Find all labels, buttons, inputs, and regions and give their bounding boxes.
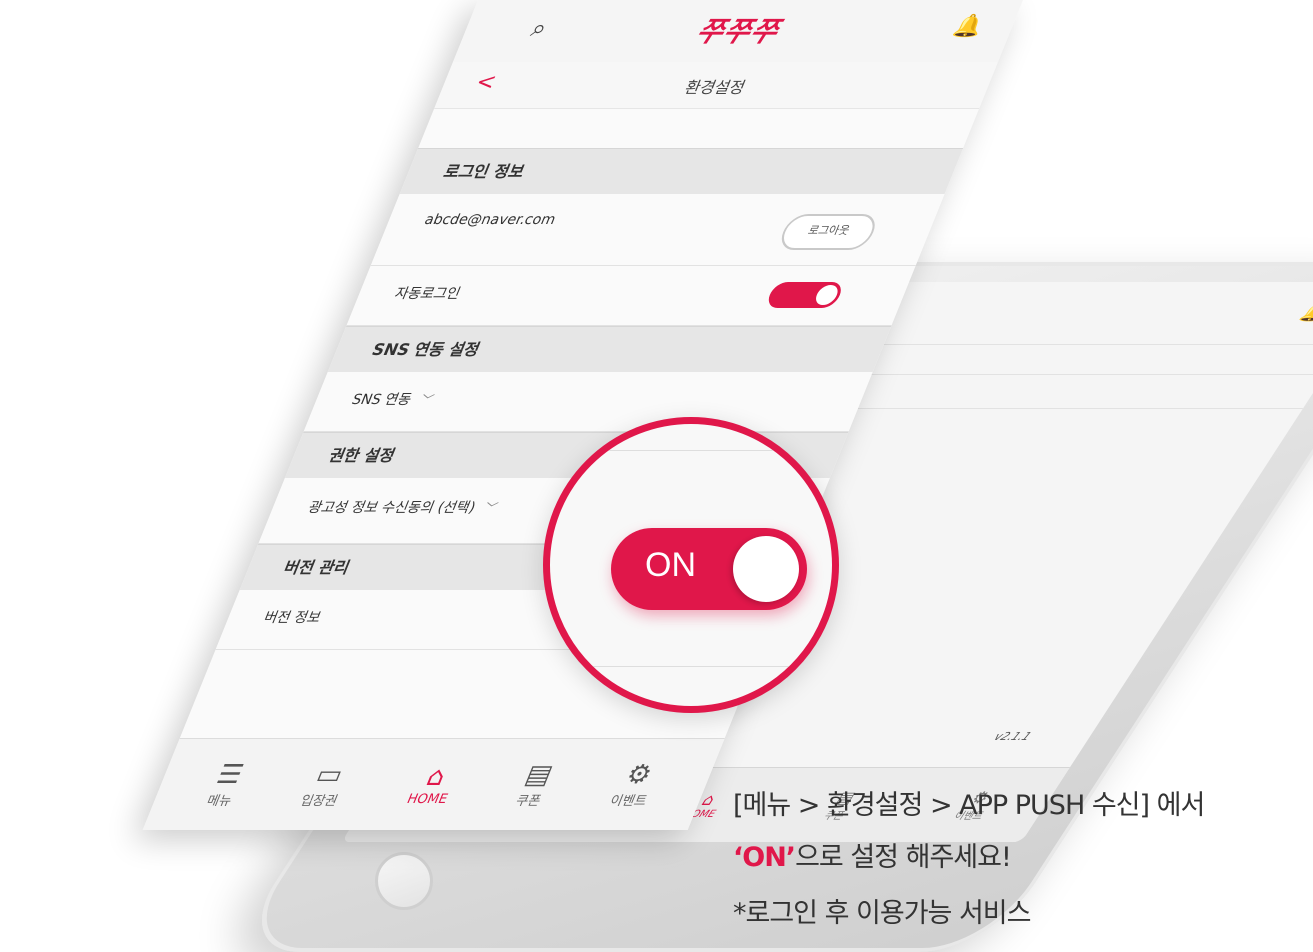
section-title: SNS 연동 설정 (327, 326, 892, 372)
promo-stage: 🔔 v2.1.1 ☰ 메뉴 ▭ 입장권 ⌂HOME ▤ 쿠폰 ⚙ 이벤트 ⌕ 쭈쭈쭈 🔔… (0, 0, 1313, 952)
account-row: abcde@naver.com 로그아웃 (370, 194, 945, 266)
tab-event[interactable]: ⚙ 이벤트 (607, 760, 663, 809)
home-button[interactable] (375, 852, 433, 910)
divider (550, 666, 832, 667)
chevron-down-icon: ﹀ (418, 393, 436, 407)
chevron-down-icon: ﹀ (481, 501, 500, 515)
instruction-text: [메뉴 > 환경설정 > APP PUSH 수신] 에서 ‘ON’으로 설정 해… (733, 780, 1313, 944)
on-highlight: ‘ON’ (733, 842, 796, 873)
instruction-line-1: [메뉴 > 환경설정 > APP PUSH 수신] 에서 (733, 790, 1205, 821)
sns-label: SNS 연동 (349, 392, 415, 408)
tab-menu[interactable]: ☰ 메뉴 (204, 760, 248, 809)
sub-header: < 환경설정 (433, 62, 998, 109)
ticket-icon: ▭ (311, 760, 348, 790)
logout-button[interactable]: 로그아웃 (775, 214, 881, 250)
instruction-note: *로그인 후 이용가능 서비스 (733, 898, 1032, 929)
section-sns: SNS 연동 설정 SNS 연동 ﹀ (303, 326, 892, 432)
push-toggle-magnified[interactable]: ON (611, 528, 807, 610)
store-icon: ⌂ (421, 762, 451, 792)
toggle-state-label: ON (645, 546, 696, 584)
app-logo[interactable]: 쭈쭈쭈 (458, 10, 1019, 50)
tab-ticket[interactable]: ▭ 입장권 (298, 760, 354, 809)
instruction-line-2-rest: 으로 설정 해주세요! (795, 842, 1012, 873)
auto-login-label: 자동로그인 (391, 286, 463, 302)
sns-row[interactable]: SNS 연동 ﹀ (303, 372, 873, 432)
bell-icon: 🔔 (1296, 302, 1313, 323)
tab-label: 메뉴 (204, 794, 235, 809)
tab-coupon[interactable]: ▤ 쿠폰 (513, 760, 557, 809)
ad-consent-label: 광고성 정보 수신동의 (선택) (305, 500, 478, 516)
tab-home[interactable]: ⌂ HOME (404, 762, 462, 807)
coupon-icon: ▤ (520, 760, 558, 790)
toggle-knob (812, 285, 841, 305)
account-email: abcde@naver.com (421, 212, 559, 228)
tab-label: 이벤트 (607, 794, 650, 809)
version-value: v2.1.1 (991, 730, 1035, 743)
section-title: 로그인 정보 (399, 148, 964, 194)
section-login: 로그인 정보 abcde@naver.com 로그아웃 자동로그인 (346, 148, 964, 326)
event-gear-icon: ⚙ (621, 760, 657, 790)
top-bar: ⌕ 쭈쭈쭈 🔔 (452, 0, 1023, 63)
page-title: 환경설정 (681, 78, 749, 97)
auto-login-toggle[interactable] (764, 282, 846, 308)
divider (550, 450, 832, 451)
tab-label: 쿠폰 (513, 794, 544, 809)
instruction-line-2: ‘ON’으로 설정 해주세요! (733, 832, 1313, 884)
menu-icon: ☰ (212, 760, 248, 790)
magnifier-callout: ON (543, 417, 839, 713)
tab-label: 입장권 (297, 794, 340, 809)
toggle-knob (733, 536, 799, 602)
tab-label: HOME (404, 792, 450, 807)
bottom-tabbar: ☰ 메뉴 ▭ 입장권 ⌂ HOME ▤ 쿠폰 ⚙ 이벤트 (142, 738, 725, 830)
auto-login-row: 자동로그인 (346, 266, 916, 326)
version-label: 버전 정보 (261, 610, 324, 626)
